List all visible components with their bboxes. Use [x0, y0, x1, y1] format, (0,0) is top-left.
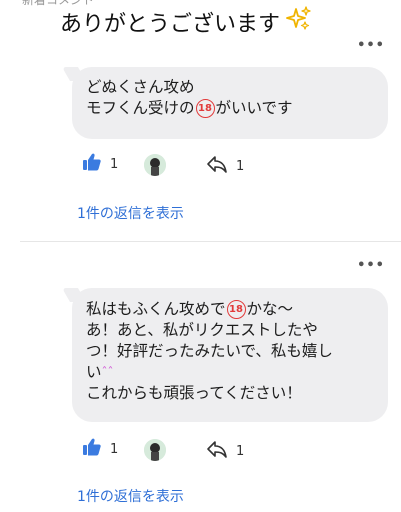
reply-icon [206, 154, 228, 178]
reply-button[interactable]: 1 [206, 439, 244, 463]
comment-line: どぬくさん攻め [86, 78, 195, 96]
comment-bubble: どぬくさん攻め モフくん受けの 18 がいいです [72, 67, 388, 139]
comment-bubble: 私はもふくん攻めで 18 かな〜 あ！あと、私がリクエストしたや つ！好評だったみた… [72, 288, 388, 422]
sparkle-icon [286, 6, 312, 38]
smile-emoji: ˆˆ [101, 365, 114, 379]
reply-count: 1 [236, 158, 245, 174]
like-button[interactable]: 1 [82, 437, 118, 461]
more-options-button[interactable]: ••• [357, 39, 385, 52]
divider [20, 241, 401, 242]
avatar[interactable] [144, 439, 166, 461]
comment-line: モフくん受けの 18 がいいです [86, 99, 293, 118]
comment-line: あ！あと、私がリクエストしたや [86, 321, 318, 339]
thumbs-up-icon [82, 437, 102, 461]
comment-line: 私はもふくん攻めで 18 かな〜 [86, 300, 294, 319]
reply-button[interactable]: 1 [206, 154, 244, 178]
caption-overlay: ありがとうございます [60, 6, 312, 38]
r18-badge: 18 [195, 99, 215, 118]
comment-line: つ！好評だったみたいで、私も嬉し [86, 342, 333, 360]
view-replies-link[interactable]: 1件の返信を表示 [77, 203, 184, 223]
comment-line: いˆˆ [86, 363, 114, 381]
comment-actions: 1 [82, 152, 118, 176]
like-button[interactable]: 1 [82, 152, 118, 176]
more-options-button[interactable]: ••• [357, 259, 385, 272]
like-count: 1 [110, 441, 119, 457]
thumbs-up-icon [82, 152, 102, 176]
comment-line: これからも頑張ってください！ [86, 384, 302, 402]
like-count: 1 [110, 156, 119, 172]
caption-text: ありがとうございます [60, 12, 281, 37]
reply-icon [206, 439, 228, 463]
comment-actions: 1 [82, 437, 118, 461]
reply-count: 1 [236, 443, 245, 459]
r18-badge: 18 [226, 300, 246, 319]
view-replies-link[interactable]: 1件の返信を表示 [77, 486, 184, 506]
avatar[interactable] [144, 154, 166, 176]
